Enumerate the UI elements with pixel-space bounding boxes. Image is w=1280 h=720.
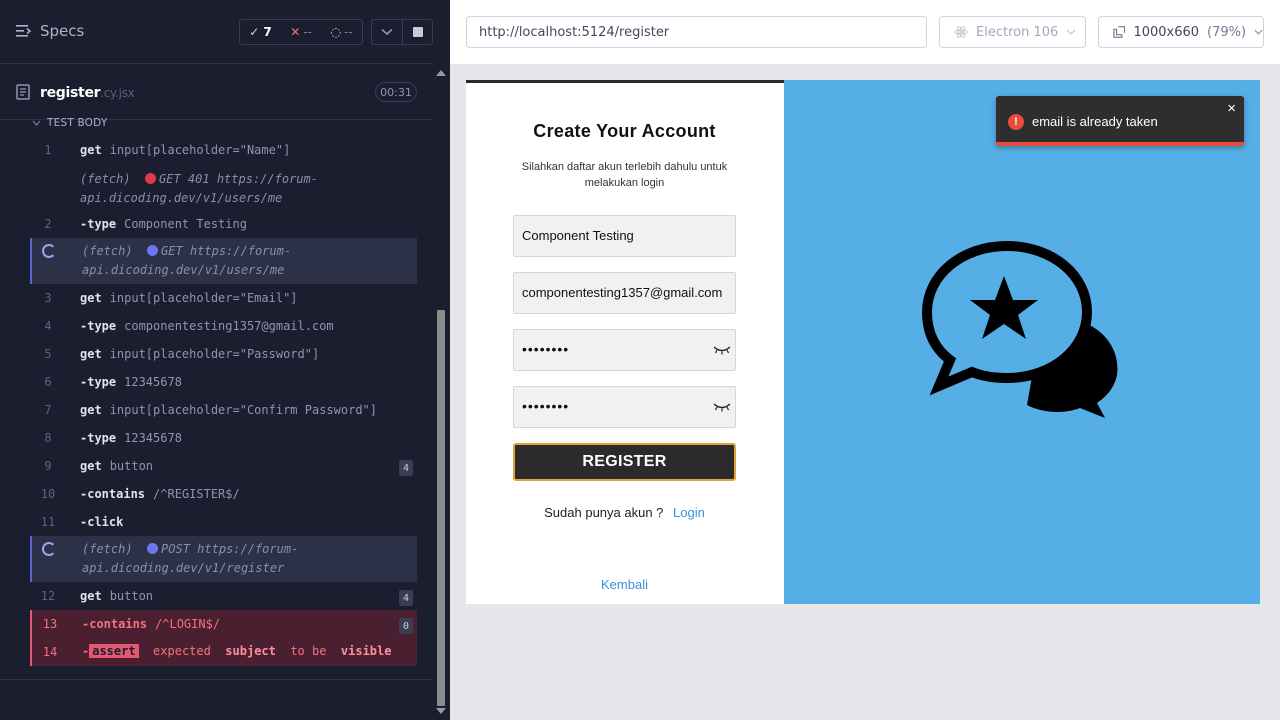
stop-icon bbox=[412, 27, 423, 37]
command-row[interactable]: 5 get input[placeholder="Password"] bbox=[30, 340, 417, 368]
command-row[interactable]: 7 get input[placeholder="Confirm Password… bbox=[30, 396, 417, 424]
specs-label: Specs bbox=[40, 22, 85, 40]
close-icon[interactable]: × bbox=[1227, 100, 1236, 117]
command-row-failed[interactable]: 13 -contains/^LOGIN$/ 0 bbox=[30, 610, 417, 638]
fetch-row-pending[interactable]: (fetch) GET https://forum-api.dicoding.d… bbox=[30, 238, 417, 284]
register-form: Create Your Account Silahkan daftar akun… bbox=[466, 83, 783, 604]
failed-stat: ✕ -- bbox=[290, 25, 312, 39]
command-row[interactable]: 4 -type componentesting1357@gmail.com bbox=[30, 312, 417, 340]
stop-button[interactable] bbox=[402, 19, 433, 45]
specs-button[interactable]: Specs bbox=[16, 22, 84, 40]
command-row[interactable]: 10 -contains/^REGISTER$/ bbox=[30, 480, 417, 508]
error-toast: ! email is already taken × bbox=[996, 96, 1244, 146]
login-link[interactable]: Login bbox=[673, 505, 705, 520]
eye-closed-icon[interactable] bbox=[713, 402, 731, 412]
command-row[interactable]: 8 -type 12345678 bbox=[30, 424, 417, 452]
expand-button[interactable] bbox=[371, 19, 403, 45]
command-row-failed[interactable]: 14 - assert expected subject to be visibl… bbox=[30, 638, 417, 666]
confirm-password-field[interactable]: •••••••• bbox=[513, 386, 736, 428]
command-row[interactable]: 9 get button 4 bbox=[30, 452, 417, 480]
hero-panel bbox=[784, 80, 1260, 604]
command-row[interactable]: 6 -type 12345678 bbox=[30, 368, 417, 396]
spinner-icon bbox=[42, 244, 56, 258]
element-count-badge: 4 bbox=[399, 590, 413, 606]
command-row[interactable]: 12 get button 4 bbox=[30, 582, 417, 610]
spec-row: register.cy.jsx 00:31 bbox=[0, 64, 432, 120]
element-count-badge: 0 bbox=[399, 618, 413, 634]
form-title: Create Your Account bbox=[533, 121, 716, 141]
command-row[interactable]: 11 -click bbox=[30, 508, 417, 536]
viewport-selector[interactable]: 1000x660 (79%) bbox=[1098, 16, 1264, 48]
test-body-header[interactable]: TEST BODY bbox=[32, 117, 107, 129]
pending-stat: ◌ -- bbox=[330, 25, 353, 39]
check-icon: ✓ bbox=[249, 25, 260, 39]
assert-tag: assert bbox=[89, 644, 139, 658]
x-icon: ✕ bbox=[290, 25, 301, 39]
chat-star-icon bbox=[922, 240, 1118, 418]
eye-closed-icon[interactable] bbox=[713, 345, 731, 355]
ruler-icon bbox=[1113, 26, 1126, 38]
scroll-thumb[interactable] bbox=[437, 310, 445, 706]
status-dot bbox=[145, 173, 157, 184]
url-field[interactable]: http://localhost:5124/register bbox=[466, 16, 927, 48]
aut-frame: Create Your Account Silahkan daftar akun… bbox=[466, 80, 1260, 604]
spinner-icon bbox=[42, 542, 56, 556]
browser-selector[interactable]: Electron 106 bbox=[939, 16, 1086, 48]
email-field[interactable]: componentesting1357@gmail.com bbox=[513, 272, 736, 314]
app-under-test: http://localhost:5124/register Electron … bbox=[450, 0, 1280, 720]
fetch-row[interactable]: (fetch) GET 401 https://forum-api.dicodi… bbox=[30, 164, 417, 210]
login-prompt-row: Sudah punya akun ? Login bbox=[544, 505, 705, 520]
reporter-header: Specs ✓ 7 ✕ -- ◌ -- bbox=[0, 0, 433, 64]
command-row[interactable]: 2 -type Component Testing bbox=[30, 210, 417, 238]
status-dot bbox=[147, 245, 159, 256]
back-link[interactable]: Kembali bbox=[466, 577, 783, 592]
element-count-badge: 4 bbox=[399, 460, 413, 476]
scroll-down-icon[interactable] bbox=[436, 708, 446, 714]
reporter-scrollbar[interactable] bbox=[432, 64, 450, 720]
toast-message: email is already taken bbox=[1032, 114, 1158, 129]
spec-duration: 00:31 bbox=[375, 82, 417, 102]
chevron-down-icon bbox=[381, 28, 393, 36]
command-row[interactable]: 1 get input[placeholder="Name"] bbox=[30, 136, 417, 164]
electron-icon bbox=[954, 26, 968, 38]
form-subtitle: Silahkan daftar akun terlebih dahulu unt… bbox=[521, 161, 728, 189]
error-icon: ! bbox=[1008, 114, 1024, 130]
divider bbox=[0, 679, 432, 680]
command-log: 1 get input[placeholder="Name"] (fetch) G… bbox=[30, 136, 417, 666]
passed-stat: ✓ 7 bbox=[249, 25, 272, 39]
command-row[interactable]: 3 get input[placeholder="Email"] bbox=[30, 284, 417, 312]
register-button[interactable]: REGISTER bbox=[513, 443, 736, 481]
chevron-down-icon bbox=[1254, 29, 1263, 35]
scroll-up-icon[interactable] bbox=[436, 70, 446, 76]
menu-icon bbox=[16, 25, 32, 37]
password-field[interactable]: •••••••• bbox=[513, 329, 736, 371]
document-icon bbox=[16, 84, 30, 100]
aut-header: http://localhost:5124/register Electron … bbox=[450, 0, 1280, 64]
fetch-row-pending[interactable]: (fetch) POST https://forum-api.dicoding.… bbox=[30, 536, 417, 582]
toast-progress-bar bbox=[996, 142, 1244, 146]
name-field[interactable]: Component Testing bbox=[513, 215, 736, 257]
test-stats: ✓ 7 ✕ -- ◌ -- bbox=[239, 19, 363, 45]
pending-icon: ◌ bbox=[330, 25, 342, 39]
spec-name: register.cy.jsx bbox=[40, 85, 135, 101]
status-dot bbox=[147, 543, 159, 554]
chevron-down-icon bbox=[32, 120, 41, 126]
cypress-reporter: Specs ✓ 7 ✕ -- ◌ -- register.cy.jsx 00:31 T… bbox=[0, 0, 450, 720]
chevron-down-icon bbox=[1066, 29, 1076, 35]
